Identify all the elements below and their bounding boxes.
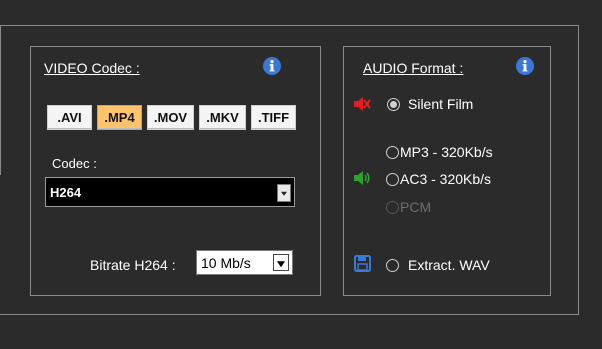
ac3-label: AC3 - 320Kb/s bbox=[400, 171, 492, 187]
format-avi-button[interactable]: .AVI bbox=[47, 105, 92, 130]
codec-dropdown-button[interactable] bbox=[277, 184, 291, 202]
speaker-muted-icon bbox=[354, 97, 371, 111]
extract-wav-radio[interactable] bbox=[386, 259, 399, 272]
bitrate-label: Bitrate H264 : bbox=[90, 257, 176, 273]
chevron-down-icon bbox=[281, 191, 287, 196]
codec-select[interactable]: H264 bbox=[45, 177, 295, 207]
format-tiff-button[interactable]: .TIFF bbox=[251, 105, 296, 130]
left-panel-edge bbox=[0, 25, 1, 175]
format-mp4-button[interactable]: .MP4 bbox=[97, 105, 142, 130]
pcm-label: PCM bbox=[400, 199, 432, 215]
bitrate-value: 10 Mb/s bbox=[201, 255, 251, 271]
mp3-radio[interactable] bbox=[386, 146, 399, 159]
silent-film-radio[interactable] bbox=[387, 98, 400, 111]
mp3-label: MP3 - 320Kb/s bbox=[400, 144, 493, 160]
format-mov-button[interactable]: .MOV bbox=[147, 105, 194, 130]
ac3-radio[interactable] bbox=[386, 173, 399, 186]
audio-format-title: AUDIO Format : bbox=[363, 60, 464, 76]
pcm-radio[interactable] bbox=[386, 201, 399, 214]
floppy-disk-icon bbox=[354, 255, 371, 272]
speaker-icon bbox=[354, 171, 370, 185]
codec-value: H264 bbox=[50, 185, 82, 200]
silent-film-label: Silent Film bbox=[408, 96, 474, 112]
video-codec-title: VIDEO Codec : bbox=[44, 60, 140, 76]
extract-wav-label: Extract. WAV bbox=[408, 257, 490, 273]
info-icon[interactable] bbox=[263, 57, 281, 75]
chevron-down-icon bbox=[277, 260, 285, 267]
info-icon[interactable] bbox=[516, 57, 534, 75]
codec-label: Codec : bbox=[52, 156, 97, 171]
bitrate-dropdown-button[interactable] bbox=[273, 254, 289, 271]
bitrate-select[interactable]: 10 Mb/s bbox=[196, 250, 293, 275]
format-mkv-button[interactable]: .MKV bbox=[199, 105, 246, 130]
